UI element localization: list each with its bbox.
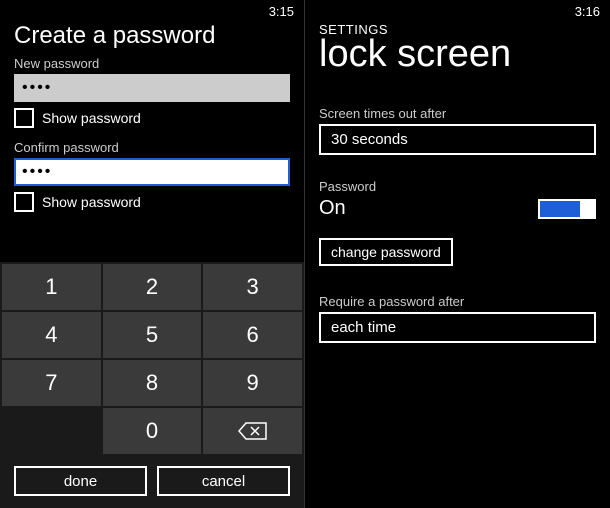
show-password-row-1[interactable]: Show password (14, 108, 290, 128)
screen-lock-settings: 3:16 SETTINGS lock screen Screen times o… (305, 0, 610, 508)
show-password-label-1: Show password (42, 110, 141, 126)
key-7[interactable]: 7 (2, 360, 101, 406)
confirm-password-label: Confirm password (14, 140, 290, 155)
key-1[interactable]: 1 (2, 264, 101, 310)
key-0[interactable]: 0 (103, 408, 202, 454)
timeout-label: Screen times out after (319, 106, 596, 121)
done-button[interactable]: done (14, 466, 147, 496)
content-area: SETTINGS lock screen Screen times out af… (305, 22, 610, 508)
backspace-icon (238, 421, 268, 441)
require-label: Require a password after (319, 294, 596, 309)
key-blank (2, 408, 101, 454)
require-select[interactable]: each time (319, 312, 596, 343)
timeout-select[interactable]: 30 seconds (319, 124, 596, 155)
key-3[interactable]: 3 (203, 264, 302, 310)
key-backspace[interactable] (203, 408, 302, 454)
show-password-label-2: Show password (42, 194, 141, 210)
key-2[interactable]: 2 (103, 264, 202, 310)
content-area: Create a password New password Show pass… (0, 22, 304, 212)
cancel-button[interactable]: cancel (157, 466, 290, 496)
key-6[interactable]: 6 (203, 312, 302, 358)
new-password-label: New password (14, 56, 290, 71)
key-9[interactable]: 9 (203, 360, 302, 406)
show-password-row-2[interactable]: Show password (14, 192, 290, 212)
toggle-handle (580, 201, 594, 217)
toggle-fill (540, 201, 580, 217)
numeric-keypad: 1 2 3 4 5 6 7 8 9 0 (0, 262, 304, 456)
change-password-button[interactable]: change password (319, 238, 453, 266)
show-password-checkbox-1[interactable] (14, 108, 34, 128)
clock: 3:16 (575, 4, 600, 19)
status-bar: 3:16 (305, 0, 610, 22)
password-toggle[interactable] (538, 199, 596, 219)
clock: 3:15 (269, 4, 294, 19)
key-4[interactable]: 4 (2, 312, 101, 358)
key-5[interactable]: 5 (103, 312, 202, 358)
show-password-checkbox-2[interactable] (14, 192, 34, 212)
confirm-password-input[interactable] (14, 158, 290, 186)
new-password-input[interactable] (14, 74, 290, 102)
password-status: On (319, 197, 346, 220)
page-title: Create a password (14, 22, 290, 50)
screen-create-password: 3:15 Create a password New password Show… (0, 0, 305, 508)
status-bar: 3:15 (0, 0, 304, 22)
password-label: Password (319, 179, 596, 194)
key-8[interactable]: 8 (103, 360, 202, 406)
action-button-row: done cancel (0, 456, 304, 508)
page-title: lock screen (319, 33, 596, 76)
password-toggle-row: On (319, 197, 596, 220)
